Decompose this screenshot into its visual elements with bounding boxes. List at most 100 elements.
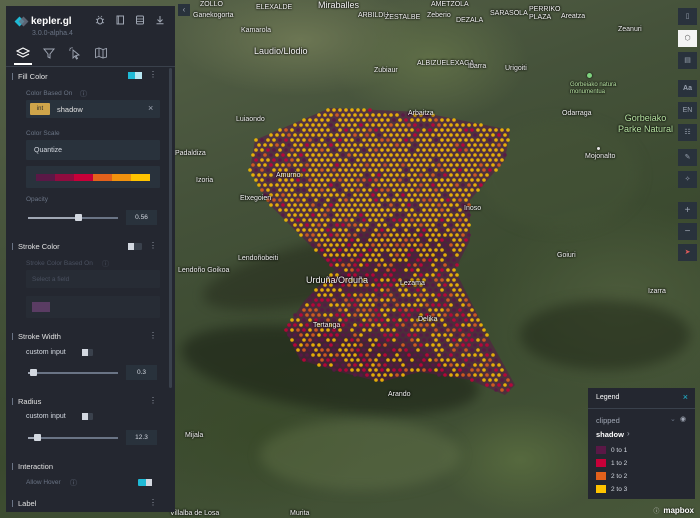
stroke-color-toggle[interactable] [128,243,142,250]
hex-point [356,208,360,212]
hex-point [344,268,348,272]
radius-input[interactable]: 12.3 [126,430,157,445]
hex-point [479,353,483,357]
hex-point [329,233,333,237]
hex-point [449,343,453,347]
layer-visibility-icon[interactable]: ▤ [678,52,697,69]
info-icon[interactable]: ⓘ [80,89,87,99]
tab-layers[interactable] [14,46,32,65]
stroke-width-slider-handle[interactable] [29,369,37,376]
compass-icon[interactable]: ➤ [678,244,697,261]
more-options-icon[interactable]: ⋮ [149,396,157,405]
hex-point [500,138,504,142]
hex-point [386,208,390,212]
panel-scrollbar[interactable] [169,68,172,388]
hex-point [443,323,447,327]
hex-point [371,243,375,247]
hex-point [371,193,375,197]
book-icon[interactable] [115,15,125,25]
hex-point [353,213,357,217]
tab-interactions[interactable] [68,46,82,60]
legend-icon[interactable]: ☷ [678,124,697,141]
hex-point [455,163,459,167]
download-icon[interactable] [155,15,165,25]
more-options-icon[interactable]: ⋮ [149,498,157,507]
map-label: Urduña/Orduña [306,275,369,285]
more-options-icon[interactable]: ⋮ [149,331,157,340]
hex-point [332,178,336,182]
locale-icon[interactable]: EN [678,102,697,119]
hex-point [353,193,357,197]
radius-custom-toggle[interactable] [82,413,93,420]
3d-view-cube-icon[interactable]: ⬡ [678,30,697,47]
hex-point [341,193,345,197]
radius-slider-handle[interactable] [34,434,41,441]
clear-field-icon[interactable]: × [148,103,153,113]
hex-point [434,218,438,222]
hex-point [317,213,321,217]
hex-point [314,358,318,362]
hex-point [482,168,486,172]
eye-icon[interactable]: ◉ [680,415,686,423]
more-options-icon[interactable]: ⋮ [149,70,157,79]
hex-point [380,138,384,142]
opacity-input[interactable]: 0.56 [126,210,157,225]
hex-point [254,138,258,142]
hex-point [485,143,489,147]
hex-point [326,238,330,242]
hex-point [419,153,423,157]
hex-point [446,338,450,342]
info-icon[interactable]: ⓘ [70,478,77,488]
map-labels-icon[interactable]: Aa [678,80,697,97]
hex-point [353,133,357,137]
hex-point [308,318,312,322]
hex-point [317,233,321,237]
draw-icon[interactable]: ✎ [678,149,697,166]
hex-point [344,178,348,182]
hex-point [338,208,342,212]
hex-point [440,168,444,172]
hex-point [443,183,447,187]
stroke-width-slider-track[interactable] [28,372,118,374]
hex-point [398,288,402,292]
hex-point [377,123,381,127]
chevron-right-icon[interactable]: › [627,429,630,438]
hex-point [350,218,354,222]
database-icon[interactable] [135,15,145,25]
tab-basemap[interactable] [94,46,108,60]
tab-filters[interactable] [42,46,56,60]
fill-color-swatch[interactable] [128,72,142,79]
hex-point [383,183,387,187]
close-legend-icon[interactable]: × [683,392,688,402]
hex-point [449,143,453,147]
hex-point [407,143,411,147]
hex-point [359,363,363,367]
hex-point [359,143,363,147]
hex-point [467,363,471,367]
hex-point [344,308,348,312]
stroke-width-custom-toggle[interactable] [82,349,93,356]
allow-hover-toggle[interactable] [138,479,152,486]
hex-point [308,238,312,242]
toggle-split-map-icon[interactable]: ▯ [678,8,697,25]
chevron-down-icon[interactable]: ⌄ [670,415,676,423]
effects-icon[interactable]: ✧ [678,171,697,188]
hex-point [413,213,417,217]
hex-point [347,243,351,247]
hex-point [395,153,399,157]
opacity-slider-handle[interactable] [75,214,83,221]
hex-point [308,158,312,162]
zoom-out-icon[interactable]: − [678,223,697,240]
radius-slider-track[interactable] [28,437,118,439]
more-options-icon[interactable]: ⋮ [149,241,157,250]
collapse-panel-button[interactable]: ‹ [178,4,190,16]
hex-point [425,303,429,307]
hex-point [392,358,396,362]
zoom-in-icon[interactable]: + [678,202,697,219]
info-icon[interactable]: ⓘ [653,506,659,515]
radius-title: Radius [11,397,42,406]
bug-icon[interactable] [95,15,105,25]
hex-point [302,158,306,162]
hex-point [290,128,294,132]
stroke-width-input[interactable]: 0.3 [126,365,157,380]
